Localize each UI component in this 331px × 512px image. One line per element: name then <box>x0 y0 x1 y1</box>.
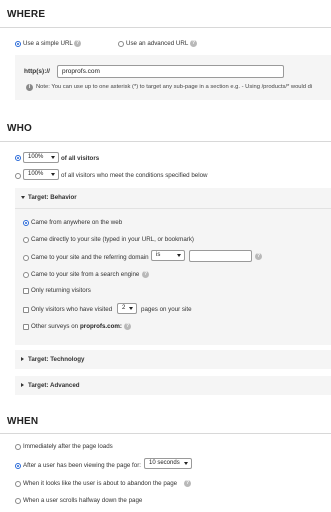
conditional-visitors-radio[interactable] <box>15 173 21 179</box>
when-heading: WHEN <box>7 416 39 427</box>
technology-panel-title[interactable]: Target: Technology <box>28 356 85 363</box>
behavior-panel-title[interactable]: Target: Behavior <box>28 194 77 201</box>
info-icon: i <box>26 84 33 91</box>
where-heading: WHERE <box>7 9 46 20</box>
search-engine-radio[interactable] <box>23 272 29 278</box>
search-engine-help-icon[interactable]: ? <box>142 271 149 278</box>
chevron-down-icon <box>51 173 55 176</box>
referring-help-icon[interactable]: ? <box>255 253 262 260</box>
visited-pages-value: 2 <box>122 305 126 311</box>
anywhere-radio[interactable] <box>23 220 29 226</box>
advanced-url-label[interactable]: Use an advanced URL <box>126 40 188 47</box>
conditional-visitors-percent-value: 100% <box>28 171 44 177</box>
other-surveys-help-icon[interactable]: ? <box>124 323 131 330</box>
scrolls-label: When a user scrolls halfway down the pag… <box>23 497 143 504</box>
directly-radio[interactable] <box>23 237 29 243</box>
abandon-radio[interactable] <box>15 481 21 487</box>
chevron-down-icon <box>51 156 55 159</box>
behavior-panel-divider <box>15 208 331 209</box>
search-engine-label: Came to your site from a search engine <box>31 271 140 278</box>
referring-label: Came to your site and the referring doma… <box>31 254 149 261</box>
protocol-label: http(s):// <box>24 68 50 75</box>
advanced-url-radio[interactable] <box>118 41 124 47</box>
after-viewing-radio[interactable] <box>15 463 21 469</box>
referring-condition-value: is <box>156 252 161 258</box>
referring-domain-input[interactable] <box>189 250 252 262</box>
after-viewing-label: After a user has been viewing the page f… <box>23 462 141 469</box>
all-visitors-percent-select[interactable]: 100% <box>23 152 59 163</box>
visited-pages-select[interactable]: 2 <box>117 303 137 314</box>
chevron-down-icon <box>129 307 133 310</box>
advanced-url-help-icon[interactable]: ? <box>190 40 197 47</box>
chevron-down-icon <box>177 254 181 257</box>
directly-label: Came directly to your site (typed in you… <box>31 236 194 243</box>
after-viewing-duration-value: 10 seconds <box>149 460 180 466</box>
scrolls-radio[interactable] <box>15 498 21 504</box>
all-visitors-radio[interactable] <box>15 155 21 161</box>
visited-pages-prefix: Only visitors who have visited <box>31 306 113 313</box>
visited-pages-suffix: pages on your site <box>141 306 192 313</box>
immediately-radio[interactable] <box>15 444 21 450</box>
abandon-help-icon[interactable]: ? <box>184 480 191 487</box>
other-surveys-domain: proprofs.com: <box>80 323 122 330</box>
where-divider <box>0 27 331 28</box>
other-surveys-prefix: Other surveys on <box>31 323 79 330</box>
all-visitors-percent-value: 100% <box>28 154 44 160</box>
expand-triangle-icon[interactable] <box>21 357 24 361</box>
conditional-visitors-percent-select[interactable]: 100% <box>23 169 59 180</box>
simple-url-help-icon[interactable]: ? <box>74 40 81 47</box>
referring-radio[interactable] <box>23 255 29 261</box>
abandon-label: When it looks like the user is about to … <box>23 480 178 487</box>
collapse-triangle-icon[interactable] <box>21 196 25 199</box>
visited-pages-checkbox[interactable] <box>23 307 29 313</box>
expand-triangle-icon[interactable] <box>21 383 24 387</box>
url-input[interactable] <box>57 65 284 78</box>
simple-url-radio[interactable] <box>15 41 21 47</box>
simple-url-label[interactable]: Use a simple URL <box>23 40 73 47</box>
returning-checkbox[interactable] <box>23 288 29 294</box>
conditional-visitors-label: of all visitors who meet the conditions … <box>61 172 208 179</box>
referring-condition-select[interactable]: is <box>151 250 185 261</box>
other-surveys-checkbox[interactable] <box>23 324 29 330</box>
chevron-down-icon <box>184 462 188 465</box>
all-visitors-label: of all visitors <box>61 155 100 162</box>
who-heading: WHO <box>7 123 33 134</box>
returning-label: Only returning visitors <box>31 287 91 294</box>
anywhere-label: Came from anywhere on the web <box>31 219 123 226</box>
advanced-panel-title[interactable]: Target: Advanced <box>28 382 80 389</box>
when-divider <box>0 433 331 434</box>
immediately-label: Immediately after the page loads <box>23 443 113 450</box>
who-divider <box>0 141 331 142</box>
behavior-panel <box>15 188 331 345</box>
after-viewing-duration-select[interactable]: 10 seconds <box>144 458 192 469</box>
url-note: Note: You can use up to one asterisk (*)… <box>36 84 313 90</box>
